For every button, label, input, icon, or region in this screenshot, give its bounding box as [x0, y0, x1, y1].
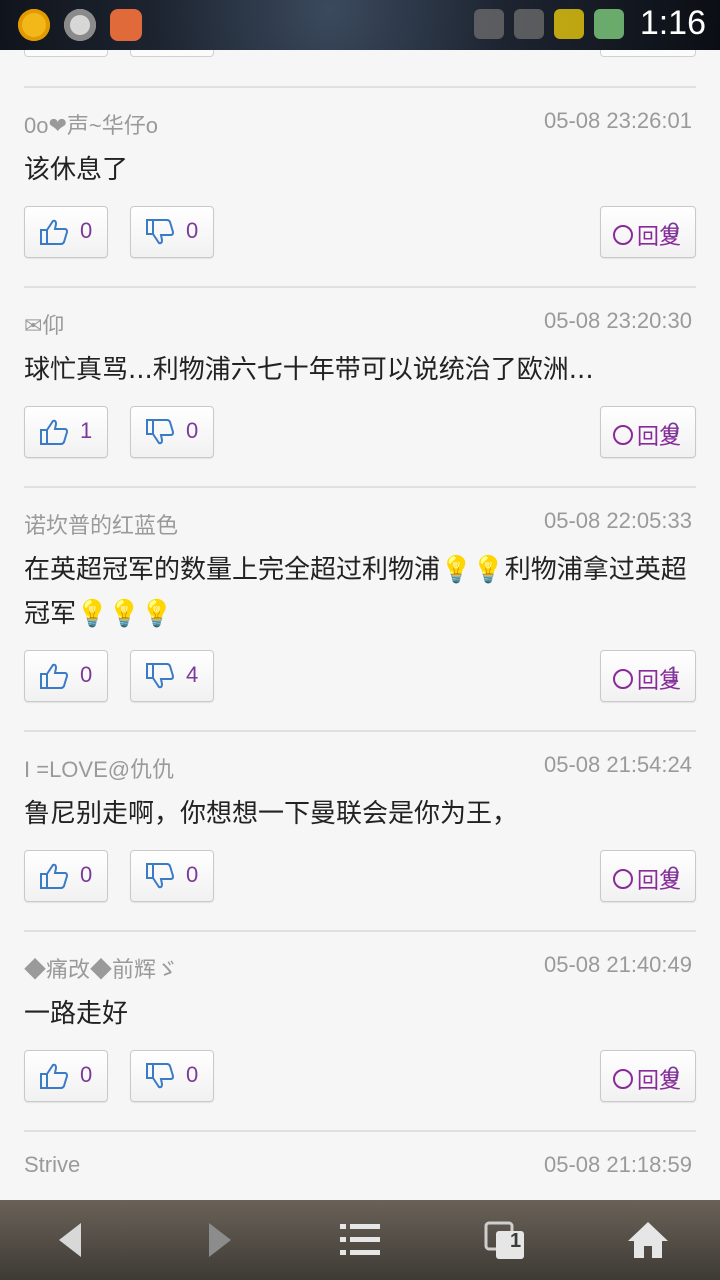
- dislike-button[interactable]: 4: [130, 650, 214, 702]
- dislike-button[interactable]: 0: [130, 850, 214, 902]
- home-button[interactable]: [608, 1210, 688, 1270]
- reply-icon: [613, 225, 633, 245]
- reply-icon: [613, 669, 633, 689]
- dislike-count: 0: [186, 218, 199, 243]
- prev-reply-button-edge: [600, 50, 696, 57]
- like-count: 0: [80, 218, 93, 243]
- app-notification-icon: [18, 9, 50, 41]
- thumbs-down-icon: [146, 419, 175, 445]
- data-transfer-icon: [513, 8, 544, 39]
- divider: [24, 486, 696, 488]
- comment-username[interactable]: ◆痛改◆前辉ゞ: [24, 952, 178, 984]
- divider: [24, 286, 696, 288]
- tabs-count: 1: [510, 1230, 522, 1252]
- reply-button[interactable]: 回复 0: [600, 1050, 696, 1102]
- status-bar: 1:16: [0, 0, 720, 50]
- reply-count: 0: [667, 1062, 680, 1087]
- like-count: 0: [80, 1062, 93, 1087]
- reply-button[interactable]: 回复 0: [600, 206, 696, 258]
- like-count: 0: [80, 662, 93, 687]
- thumbs-up-icon: [40, 1063, 69, 1089]
- wifi-icon: [553, 8, 584, 39]
- comment-username[interactable]: ✉仰: [24, 308, 64, 340]
- like-button[interactable]: 0: [24, 206, 108, 258]
- comment-text: 该休息了: [24, 155, 129, 185]
- reply-button[interactable]: 回复 1: [600, 650, 696, 702]
- comment-timestamp: 05-08 22:05:33: [543, 508, 692, 533]
- comment-text: 一路走好: [24, 999, 129, 1029]
- like-button[interactable]: 0: [24, 1050, 108, 1102]
- thumbs-up-icon: [40, 663, 69, 689]
- home-icon: [628, 1222, 668, 1258]
- thumbs-down-icon: [146, 863, 175, 889]
- signal-4g-icon: [593, 8, 624, 39]
- thumbs-down-icon: [146, 219, 175, 245]
- reply-icon: [613, 1069, 633, 1089]
- bottom-nav-bar: 1: [0, 1200, 720, 1280]
- thumbs-down-icon: [146, 663, 175, 689]
- dislike-count: 4: [186, 662, 199, 687]
- like-button[interactable]: 1: [24, 406, 108, 458]
- comment-list[interactable]: 0o❤声~华仔o 05-08 23:26:01 该休息了 0 0 回复 0 ✉仰…: [0, 50, 720, 1200]
- comment-timestamp: 05-08 21:54:24: [543, 752, 692, 777]
- reply-count: 0: [667, 218, 680, 243]
- comment-username[interactable]: Strive: [24, 1152, 80, 1178]
- like-button[interactable]: 0: [24, 850, 108, 902]
- sync-icon: [473, 8, 504, 39]
- comment-username[interactable]: I =LOVE@仇仇: [24, 752, 174, 784]
- clock: 1:16: [639, 4, 706, 42]
- divider: [24, 730, 696, 732]
- like-button[interactable]: 0: [24, 650, 108, 702]
- reply-button[interactable]: 回复 0: [600, 850, 696, 902]
- comment-timestamp: 05-08 21:40:49: [543, 952, 692, 977]
- comment-text: 鲁尼别走啊，你想想一下曼联会是你为王，: [24, 799, 519, 829]
- comment-text: 在英超冠军的数量上完全超过利物浦💡💡利物浦拿过英超冠军💡💡💡: [24, 555, 687, 629]
- dislike-button[interactable]: 0: [130, 1050, 214, 1102]
- tabs-button[interactable]: 1: [465, 1210, 545, 1270]
- divider: [24, 86, 696, 88]
- podcast-notification-icon: [64, 9, 96, 41]
- thumbs-down-icon: [146, 1063, 175, 1089]
- back-button[interactable]: [30, 1210, 110, 1270]
- forward-button[interactable]: [180, 1210, 260, 1270]
- dislike-button[interactable]: 0: [130, 206, 214, 258]
- prev-dislike-button-edge: [130, 50, 214, 57]
- reply-button[interactable]: 回复 0: [600, 406, 696, 458]
- reply-count: 1: [667, 662, 680, 687]
- arrow-right-icon: [209, 1223, 231, 1257]
- list-menu-icon: [340, 1224, 380, 1255]
- reply-icon: [613, 869, 633, 889]
- comment-timestamp: 05-08 23:20:30: [543, 308, 692, 333]
- comment-timestamp: 05-08 21:18:59: [543, 1152, 692, 1177]
- prev-like-button-edge: [24, 50, 108, 57]
- reply-count: 0: [667, 418, 680, 443]
- thumbs-up-icon: [40, 419, 69, 445]
- divider: [24, 930, 696, 932]
- comment-timestamp: 05-08 23:26:01: [543, 108, 692, 133]
- comment-username[interactable]: 诺坎普的红蓝色: [24, 508, 178, 540]
- like-count: 1: [80, 418, 93, 443]
- dislike-count: 0: [186, 1062, 199, 1087]
- menu-button[interactable]: [320, 1210, 400, 1270]
- dislike-count: 0: [186, 862, 199, 887]
- like-count: 0: [80, 862, 93, 887]
- thumbs-up-icon: [40, 219, 69, 245]
- thumbs-up-icon: [40, 863, 69, 889]
- dislike-count: 0: [186, 418, 199, 443]
- comment-text: 球忙真骂...利物浦六七十年带可以说统治了欧洲...: [24, 355, 594, 385]
- reply-count: 0: [667, 862, 680, 887]
- comment-username[interactable]: 0o❤声~华仔o: [24, 108, 158, 140]
- dislike-button[interactable]: 0: [130, 406, 214, 458]
- arrow-left-icon: [59, 1223, 81, 1257]
- game-notification-icon: [110, 9, 142, 41]
- reply-icon: [613, 425, 633, 445]
- divider: [24, 1130, 696, 1132]
